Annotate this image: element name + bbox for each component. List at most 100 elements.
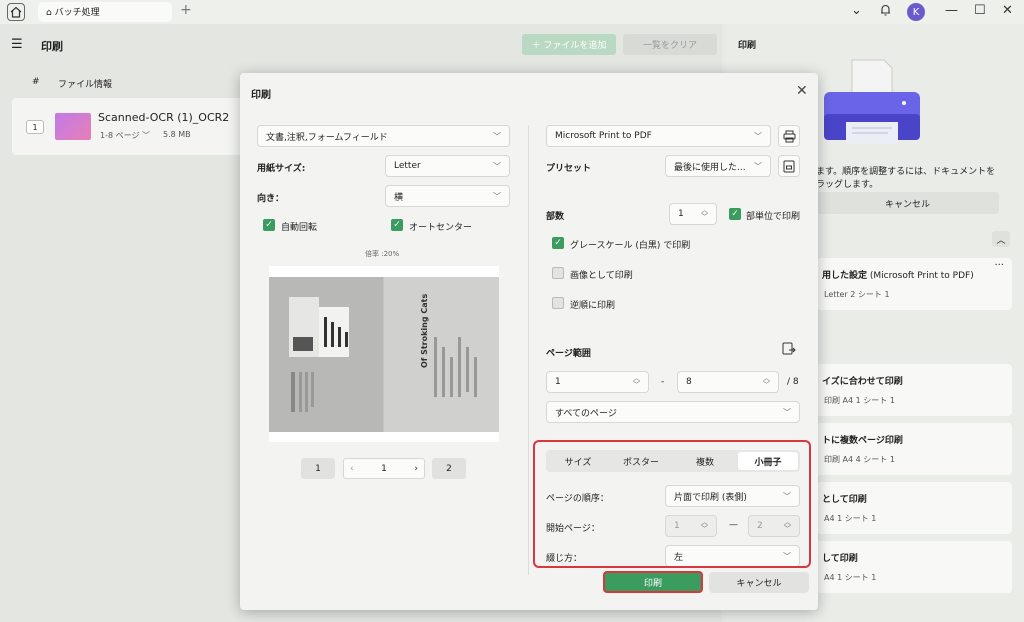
preset-card[interactable]: トに複数ページ印刷 印刷 A4 4 シート 1 [816,423,1012,475]
column-header-index: # [32,77,40,87]
preset-meta: Letter 2 シート 1 [824,290,890,299]
orientation-select[interactable]: 横 ﹀ [385,185,510,207]
preview-page-left [269,277,383,432]
preset-meta: A4 1 シート 1 [824,573,877,582]
current-page[interactable]: 1 [381,464,387,474]
home-icon[interactable] [7,3,25,21]
panel-title: 印刷 [738,41,757,51]
chevron-up-icon[interactable]: ︿ [992,231,1010,247]
file-page-range[interactable]: 1-8 ページ ﹀ [100,130,150,141]
first-page-button[interactable]: 1 [301,458,335,479]
preset-card[interactable]: として印刷 A4 1 シート 1 [816,482,1012,534]
preset-card[interactable]: 用した設定 (Microsoft Print to PDF) ··· Lette… [816,258,1012,310]
reorder-hint: ます。順序を調整するには、ドキュメントを [816,167,996,177]
preset-meta: 印刷 A4 1 シート 1 [824,396,895,405]
printer-properties-icon[interactable] [778,125,800,147]
page-navigator[interactable]: ‹ 1 › [343,458,425,479]
range-to-stepper[interactable]: 8 ︿ ﹀ [677,371,779,393]
add-file-button[interactable]: ＋ ファイルを追加 [522,34,616,55]
copies-value: 1 [678,209,684,219]
grayscale-label: グレースケール (白黒) で印刷 [570,241,691,251]
chevron-right-icon[interactable]: › [414,464,418,474]
tab-batch[interactable]: ⌂ バッチ処理 [38,2,172,22]
stepper-icon[interactable]: ︿ ﹀ [763,375,770,389]
preset-printer: (Microsoft Print to PDF) [869,271,974,281]
chevron-down-icon: ﹀ [754,161,762,171]
content-select-value: 文書,注釈,フォームフィールド [266,132,388,143]
panel-cancel-button[interactable]: キャンセル [816,192,999,214]
auto-rotate-label: 自動回転 [281,223,318,233]
cancel-button[interactable]: キャンセル [709,572,809,593]
preset-select[interactable]: 最後に使用した... ﹀ [665,155,771,177]
reverse-order-label: 逆順に印刷 [570,301,616,311]
file-size: 5.8 MB [163,130,191,139]
print-as-image-checkbox[interactable] [552,267,564,279]
printer-select[interactable]: Microsoft Print to PDF ﹀ [546,125,771,147]
file-row[interactable] [12,98,252,155]
reverse-order-checkbox[interactable] [552,297,564,309]
auto-center-label: オートセンター [409,223,473,233]
page-subset-select[interactable]: すべてのページ ﹀ [546,401,800,423]
preset-title: 用した設定 [822,271,868,281]
range-from-value: 1 [555,377,561,387]
new-tab-icon[interactable]: + [180,2,192,18]
menu-icon[interactable]: ☰ [11,37,23,52]
paper-size-label: 用紙サイズ: [257,164,306,174]
close-window-icon[interactable]: ✕ [1002,3,1013,18]
preview-page-right [384,277,499,432]
close-icon[interactable]: ✕ [796,83,808,99]
range-dash: - [661,377,665,387]
preset-title: トに複数ページ印刷 [822,436,903,446]
chevron-left-icon[interactable]: ‹ [350,464,354,474]
printer-value: Microsoft Print to PDF [555,131,652,141]
chevron-down-icon: ﹀ [493,191,501,201]
chevron-down-icon: ﹀ [493,131,501,141]
stepper-icon[interactable]: ︿ ﹀ [633,375,640,389]
column-header-file-info: ファイル情報 [58,80,113,90]
minimize-icon[interactable]: — [945,3,958,18]
clear-list-button[interactable]: 一覧をクリア [623,34,717,55]
avatar[interactable]: K [907,3,925,21]
printer-illustration [818,56,926,148]
maximize-icon[interactable]: ☐ [974,3,986,18]
range-to-value: 8 [686,377,692,387]
preset-card[interactable]: して印刷 A4 1 シート 1 [816,541,1012,593]
copies-stepper[interactable]: 1 ︿ ﹀ [669,203,717,225]
page-subset-value: すべてのページ [555,408,617,419]
orientation-label: 向き： [257,194,285,204]
file-thumbnail [55,113,91,140]
page-range-icon[interactable] [782,342,796,359]
content-select[interactable]: 文書,注釈,フォームフィールド ﹀ [257,125,510,147]
range-total: / 8 [787,377,799,387]
divider [528,125,529,575]
auto-center-checkbox[interactable]: ✓ [391,219,403,231]
stepper-icon[interactable]: ︿ ﹀ [701,207,708,221]
preview-title: Of Stroking Cats [420,293,429,368]
reorder-hint-cont: ラッグします。 [816,180,879,190]
tab-label: バッチ処理 [54,8,100,18]
bell-icon[interactable] [879,3,892,21]
dialog-title: 印刷 [251,90,271,101]
print-button[interactable]: 印刷 [603,571,703,593]
grayscale-checkbox[interactable]: ✓ [552,237,564,249]
more-icon[interactable]: ··· [994,260,1004,271]
file-name: Scanned-OCR (1)_OCR2 [98,111,230,124]
auto-rotate-checkbox[interactable]: ✓ [263,219,275,231]
orientation-value: 横 [394,192,404,203]
chevron-down-icon[interactable]: ⌄ [851,3,862,18]
last-page-button[interactable]: 2 [432,458,466,479]
tag-icon: ⌂ [46,8,55,18]
preset-value: 最後に使用した... [674,162,746,173]
preset-meta: A4 1 シート 1 [824,514,877,523]
page-range-label: ページ範囲 [546,349,591,359]
paper-size-select[interactable]: Letter ﹀ [385,155,510,177]
chevron-down-icon: ﹀ [754,131,762,141]
collate-label: 部単位で印刷 [746,212,801,222]
chevron-down-icon: ﹀ [783,407,791,417]
chevron-down-icon: ﹀ [493,161,501,171]
range-from-stepper[interactable]: 1 ︿ ﹀ [546,371,649,393]
scale-text: 倍率 :20% [365,250,400,258]
collate-checkbox[interactable]: ✓ [729,208,741,220]
save-preset-icon[interactable] [778,155,800,177]
preset-card[interactable]: イズに合わせて印刷 印刷 A4 1 シート 1 [816,364,1012,416]
